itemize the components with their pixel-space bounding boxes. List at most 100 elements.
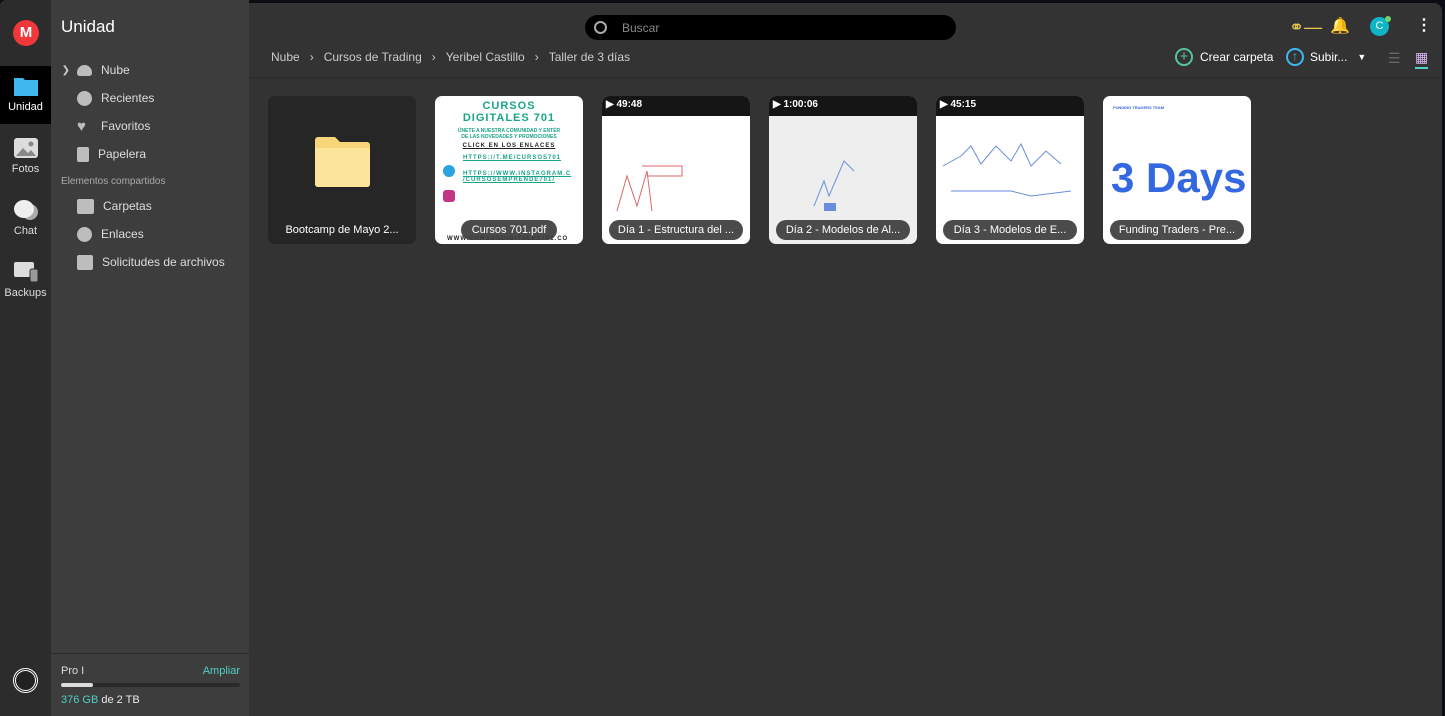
- create-folder-button[interactable]: + Crear carpeta: [1175, 48, 1273, 66]
- sidebar-item-favoritos[interactable]: ♥ Favoritos: [51, 114, 249, 138]
- nav-label: Papelera: [98, 147, 147, 161]
- rail-label: Backups: [4, 287, 47, 299]
- mega-logo[interactable]: M: [13, 20, 39, 46]
- thumb-text: 3 Days: [1111, 154, 1247, 201]
- video-duration: ▶ 49:48: [606, 99, 643, 110]
- upgrade-link[interactable]: Ampliar: [203, 665, 240, 677]
- bell-icon[interactable]: 🔔: [1330, 16, 1350, 36]
- nav-label: Solicitudes de archivos: [102, 255, 225, 269]
- folder-icon: [315, 137, 370, 187]
- rail-item-chat[interactable]: Chat: [0, 190, 51, 248]
- sidebar-title: Unidad: [61, 17, 115, 36]
- thumb-text: CLICK EN LOS ENLACES: [462, 143, 556, 149]
- thumb-text: DIGITALES 701: [462, 112, 556, 124]
- list-view-icon[interactable]: ☰: [1388, 50, 1401, 67]
- file-name: Día 1 - Estructura del ...: [609, 220, 743, 240]
- online-status-dot: [1385, 16, 1391, 22]
- plus-circle-icon: +: [1175, 48, 1193, 66]
- heart-icon: ♥: [77, 117, 86, 135]
- nav-label: Favoritos: [101, 119, 151, 133]
- upload-icon: ↑: [1286, 48, 1304, 66]
- transfer-manager-icon[interactable]: [13, 668, 38, 693]
- sidebar: Unidad ❯ Nube Recientes ♥ Favoritos Papele…: [51, 0, 249, 716]
- file-request-icon: [77, 254, 93, 270]
- create-folder-label: Crear carpeta: [1200, 50, 1274, 64]
- duration-text: 49:48: [616, 99, 643, 110]
- sidebar-item-solicitudes[interactable]: Solicitudes de archivos: [51, 250, 249, 274]
- main-area: Buscar ⚭— 🔔 C ⋮ Nube › Cursos de Trading ›…: [249, 3, 1442, 716]
- telegram-icon: [443, 165, 455, 177]
- shared-folder-icon: [77, 198, 94, 214]
- sidebar-item-enlaces[interactable]: Enlaces: [51, 222, 249, 246]
- chart-drawing: [942, 142, 1072, 197]
- file-card-video[interactable]: ▶ 45:15 Día 3 - Modelos de E...: [936, 96, 1084, 244]
- file-card-image[interactable]: FUNDING TRADERS TEAM 3 Days Funding Trad…: [1103, 96, 1251, 244]
- breadcrumb: Nube › Cursos de Trading › Yeribel Castill…: [271, 50, 630, 64]
- upload-button[interactable]: ↑ Subir... ▼: [1286, 48, 1366, 66]
- thumb-brand: FUNDING TRADERS TEAM: [1113, 105, 1165, 110]
- nav-label: Enlaces: [101, 227, 144, 241]
- more-menu-icon[interactable]: ⋮: [1416, 15, 1432, 35]
- thumb-text: CURSOS: [482, 100, 536, 112]
- folder-icon: [13, 78, 38, 96]
- file-card-video[interactable]: ▶ 49:48 Día 1 - Estructura del ...: [602, 96, 750, 244]
- backups-icon: [13, 262, 38, 283]
- rail-item-unidad[interactable]: Unidad: [0, 66, 51, 124]
- duration-text: 1:00:06: [783, 99, 818, 110]
- thumb-text: HTTPS://WWW.INSTAGRAM.C /CURSOSEMPRENDE7…: [463, 171, 572, 183]
- chart-drawing: [616, 165, 683, 212]
- instagram-icon: [443, 190, 455, 202]
- breadcrumb-item[interactable]: Yeribel Castillo: [446, 50, 525, 64]
- chart-drawing: [813, 160, 855, 211]
- rail-label: Unidad: [8, 101, 43, 113]
- search-icon: [594, 21, 607, 34]
- sidebar-item-recientes[interactable]: Recientes: [51, 86, 249, 110]
- key-icon[interactable]: ⚭—: [1289, 17, 1322, 38]
- trash-icon: [77, 146, 89, 162]
- plan-name: Pro I: [61, 665, 85, 677]
- nav-label: Carpetas: [103, 199, 152, 213]
- sidebar-item-carpetas[interactable]: Carpetas: [51, 194, 249, 218]
- chat-icon: [13, 200, 38, 220]
- file-name: Cursos 701.pdf: [461, 220, 557, 240]
- rail-label: Fotos: [11, 163, 40, 175]
- file-name: Día 2 - Modelos de Al...: [776, 220, 910, 240]
- search-placeholder: Buscar: [622, 20, 660, 35]
- pdf-thumbnail: CURSOS DIGITALES 701 ÚNETE A NUESTRA COM…: [435, 96, 583, 242]
- storage-used: 376 GB: [61, 694, 99, 706]
- clock-icon: [77, 90, 92, 106]
- sidebar-item-papelera[interactable]: Papelera: [51, 142, 249, 166]
- breadcrumb-separator-icon: ›: [534, 50, 539, 64]
- rail-item-fotos[interactable]: Fotos: [0, 128, 51, 186]
- breadcrumb-item[interactable]: Nube: [271, 50, 300, 64]
- nav-label: Nube: [101, 63, 130, 77]
- top-bar: Buscar ⚭— 🔔 C ⋮ Nube › Cursos de Trading ›…: [249, 3, 1442, 78]
- breadcrumb-item[interactable]: Taller de 3 días: [549, 50, 630, 64]
- sidebar-item-nube[interactable]: ❯ Nube: [51, 58, 249, 82]
- rail-item-backups[interactable]: Backups: [0, 252, 51, 310]
- file-card-folder[interactable]: Bootcamp de Mayo 2...: [268, 96, 416, 244]
- file-card-pdf[interactable]: CURSOS DIGITALES 701 ÚNETE A NUESTRA COM…: [435, 96, 583, 244]
- file-name: Bootcamp de Mayo 2...: [285, 224, 399, 236]
- chevron-right-icon[interactable]: ❯: [51, 65, 76, 76]
- storage-bar-fill: [61, 683, 94, 687]
- storage-total: de 2 TB: [101, 694, 140, 706]
- thumb-text: HTTPS://T.ME/CURSOS701: [463, 155, 562, 161]
- video-duration: ▶ 45:15: [940, 99, 977, 110]
- file-card-video[interactable]: ▶ 1:00:06 Día 2 - Modelos de Al...: [769, 96, 917, 244]
- app-rail: M Unidad Fotos Chat Backups: [0, 0, 51, 716]
- photos-icon: [13, 138, 38, 158]
- grid-view-icon[interactable]: ▦: [1415, 49, 1429, 69]
- nav-label: Recientes: [101, 91, 155, 105]
- chevron-down-icon[interactable]: ▼: [1357, 52, 1366, 62]
- link-icon: [77, 226, 92, 242]
- storage-panel: Pro I Ampliar 376 GB de 2 TB: [51, 653, 249, 716]
- cloud-icon: [77, 64, 92, 76]
- rail-label: Chat: [13, 225, 38, 237]
- storage-bar: [61, 683, 240, 687]
- search-input[interactable]: Buscar: [585, 15, 956, 40]
- breadcrumb-item[interactable]: Cursos de Trading: [324, 50, 422, 64]
- file-name: Día 3 - Modelos de E...: [943, 220, 1077, 240]
- shared-section-title: Elementos compartidos: [61, 176, 166, 187]
- storage-text: 376 GB de 2 TB: [61, 694, 140, 706]
